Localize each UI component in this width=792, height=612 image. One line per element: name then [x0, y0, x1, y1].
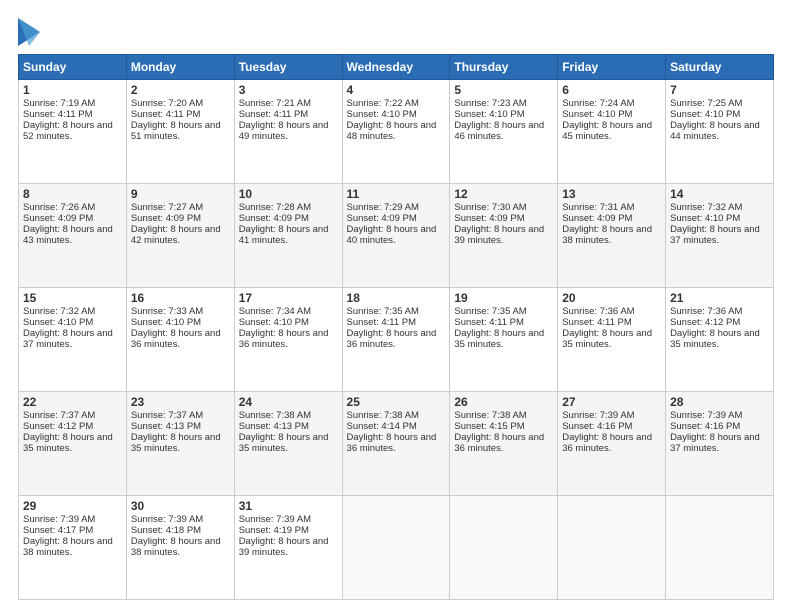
day-number: 20 — [562, 291, 661, 305]
day-number: 5 — [454, 83, 553, 97]
day-number: 25 — [347, 395, 446, 409]
day-number: 16 — [131, 291, 230, 305]
calendar-header-sunday: Sunday — [19, 55, 127, 80]
day-number: 22 — [23, 395, 122, 409]
calendar-cell: 3Sunrise: 7:21 AMSunset: 4:11 PMDaylight… — [234, 80, 342, 184]
calendar-cell: 27Sunrise: 7:39 AMSunset: 4:16 PMDayligh… — [558, 392, 666, 496]
day-number: 6 — [562, 83, 661, 97]
day-number: 10 — [239, 187, 338, 201]
calendar-week-row: 15Sunrise: 7:32 AMSunset: 4:10 PMDayligh… — [19, 288, 774, 392]
calendar-cell — [666, 496, 774, 600]
day-number: 21 — [670, 291, 769, 305]
calendar-cell: 28Sunrise: 7:39 AMSunset: 4:16 PMDayligh… — [666, 392, 774, 496]
calendar-cell: 8Sunrise: 7:26 AMSunset: 4:09 PMDaylight… — [19, 184, 127, 288]
day-number: 9 — [131, 187, 230, 201]
calendar-cell: 12Sunrise: 7:30 AMSunset: 4:09 PMDayligh… — [450, 184, 558, 288]
calendar-cell: 20Sunrise: 7:36 AMSunset: 4:11 PMDayligh… — [558, 288, 666, 392]
calendar-cell: 29Sunrise: 7:39 AMSunset: 4:17 PMDayligh… — [19, 496, 127, 600]
calendar-header-friday: Friday — [558, 55, 666, 80]
calendar-cell: 31Sunrise: 7:39 AMSunset: 4:19 PMDayligh… — [234, 496, 342, 600]
day-number: 31 — [239, 499, 338, 513]
calendar-header-monday: Monday — [126, 55, 234, 80]
calendar-cell: 25Sunrise: 7:38 AMSunset: 4:14 PMDayligh… — [342, 392, 450, 496]
calendar-cell: 22Sunrise: 7:37 AMSunset: 4:12 PMDayligh… — [19, 392, 127, 496]
day-number: 28 — [670, 395, 769, 409]
calendar-cell: 23Sunrise: 7:37 AMSunset: 4:13 PMDayligh… — [126, 392, 234, 496]
day-number: 11 — [347, 187, 446, 201]
calendar-header-row: SundayMondayTuesdayWednesdayThursdayFrid… — [19, 55, 774, 80]
day-number: 3 — [239, 83, 338, 97]
calendar-cell: 24Sunrise: 7:38 AMSunset: 4:13 PMDayligh… — [234, 392, 342, 496]
day-number: 19 — [454, 291, 553, 305]
calendar-week-row: 1Sunrise: 7:19 AMSunset: 4:11 PMDaylight… — [19, 80, 774, 184]
logo — [18, 18, 44, 46]
page: SundayMondayTuesdayWednesdayThursdayFrid… — [0, 0, 792, 612]
calendar-cell: 13Sunrise: 7:31 AMSunset: 4:09 PMDayligh… — [558, 184, 666, 288]
day-number: 29 — [23, 499, 122, 513]
calendar-cell: 6Sunrise: 7:24 AMSunset: 4:10 PMDaylight… — [558, 80, 666, 184]
calendar-cell: 17Sunrise: 7:34 AMSunset: 4:10 PMDayligh… — [234, 288, 342, 392]
day-number: 15 — [23, 291, 122, 305]
day-number: 4 — [347, 83, 446, 97]
calendar-cell — [342, 496, 450, 600]
calendar-cell: 10Sunrise: 7:28 AMSunset: 4:09 PMDayligh… — [234, 184, 342, 288]
day-number: 23 — [131, 395, 230, 409]
day-number: 2 — [131, 83, 230, 97]
calendar-cell: 7Sunrise: 7:25 AMSunset: 4:10 PMDaylight… — [666, 80, 774, 184]
calendar-cell — [450, 496, 558, 600]
day-number: 14 — [670, 187, 769, 201]
day-number: 18 — [347, 291, 446, 305]
calendar-cell — [558, 496, 666, 600]
calendar-header-thursday: Thursday — [450, 55, 558, 80]
day-number: 30 — [131, 499, 230, 513]
calendar-cell: 9Sunrise: 7:27 AMSunset: 4:09 PMDaylight… — [126, 184, 234, 288]
calendar-cell: 30Sunrise: 7:39 AMSunset: 4:18 PMDayligh… — [126, 496, 234, 600]
calendar-cell: 14Sunrise: 7:32 AMSunset: 4:10 PMDayligh… — [666, 184, 774, 288]
day-number: 7 — [670, 83, 769, 97]
calendar-cell: 26Sunrise: 7:38 AMSunset: 4:15 PMDayligh… — [450, 392, 558, 496]
calendar-cell: 19Sunrise: 7:35 AMSunset: 4:11 PMDayligh… — [450, 288, 558, 392]
day-number: 17 — [239, 291, 338, 305]
calendar-cell: 11Sunrise: 7:29 AMSunset: 4:09 PMDayligh… — [342, 184, 450, 288]
calendar-cell: 21Sunrise: 7:36 AMSunset: 4:12 PMDayligh… — [666, 288, 774, 392]
calendar-cell: 18Sunrise: 7:35 AMSunset: 4:11 PMDayligh… — [342, 288, 450, 392]
day-number: 13 — [562, 187, 661, 201]
header — [18, 18, 774, 46]
calendar-cell: 2Sunrise: 7:20 AMSunset: 4:11 PMDaylight… — [126, 80, 234, 184]
calendar-table: SundayMondayTuesdayWednesdayThursdayFrid… — [18, 54, 774, 600]
calendar-cell: 15Sunrise: 7:32 AMSunset: 4:10 PMDayligh… — [19, 288, 127, 392]
day-number: 24 — [239, 395, 338, 409]
calendar-cell: 16Sunrise: 7:33 AMSunset: 4:10 PMDayligh… — [126, 288, 234, 392]
day-number: 27 — [562, 395, 661, 409]
calendar-cell: 4Sunrise: 7:22 AMSunset: 4:10 PMDaylight… — [342, 80, 450, 184]
calendar-header-wednesday: Wednesday — [342, 55, 450, 80]
day-number: 1 — [23, 83, 122, 97]
logo-icon — [18, 18, 40, 46]
calendar-week-row: 29Sunrise: 7:39 AMSunset: 4:17 PMDayligh… — [19, 496, 774, 600]
calendar-week-row: 22Sunrise: 7:37 AMSunset: 4:12 PMDayligh… — [19, 392, 774, 496]
calendar-header-saturday: Saturday — [666, 55, 774, 80]
calendar-header-tuesday: Tuesday — [234, 55, 342, 80]
day-number: 26 — [454, 395, 553, 409]
day-number: 12 — [454, 187, 553, 201]
calendar-cell: 1Sunrise: 7:19 AMSunset: 4:11 PMDaylight… — [19, 80, 127, 184]
calendar-week-row: 8Sunrise: 7:26 AMSunset: 4:09 PMDaylight… — [19, 184, 774, 288]
calendar-cell: 5Sunrise: 7:23 AMSunset: 4:10 PMDaylight… — [450, 80, 558, 184]
day-number: 8 — [23, 187, 122, 201]
